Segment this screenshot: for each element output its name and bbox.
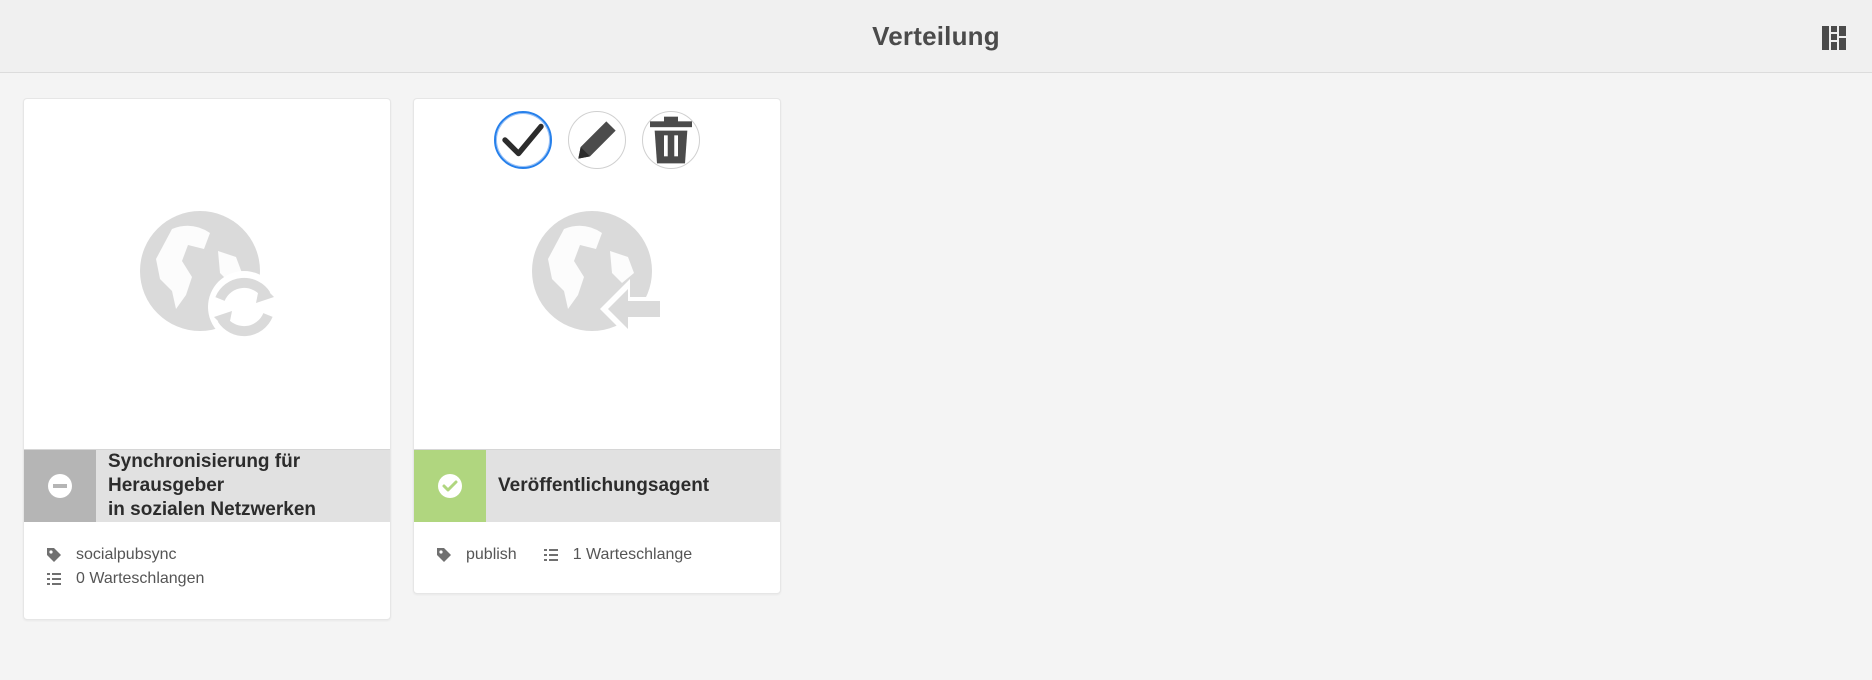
grid-view-icon[interactable] <box>1820 24 1848 52</box>
list-icon <box>543 547 565 563</box>
page-header: Verteilung <box>0 0 1872 73</box>
agent-title: Veröffentlichungsagent <box>498 475 710 496</box>
checkmark-circle-icon <box>438 474 462 498</box>
tag-icon <box>46 547 68 563</box>
agent-title: Synchronisierung für Herausgeber in sozi… <box>108 451 317 520</box>
agent-title-bar: Veröffentlichungsagent <box>414 449 780 522</box>
agent-meta: socialpubsync 0 Warteschlangen <box>24 522 390 588</box>
agent-tag: socialpubsync <box>46 546 368 564</box>
status-indicator <box>414 450 486 522</box>
agent-card-publish[interactable]: Veröffentlichungsagent publish 1 Wartesc… <box>413 98 781 594</box>
agent-meta: publish 1 Warteschlange <box>414 522 780 564</box>
agent-queues: 0 Warteschlangen <box>46 570 368 588</box>
tag-icon <box>436 547 458 563</box>
agent-queues: 1 Warteschlange <box>572 546 693 563</box>
checkmark-icon <box>502 123 544 157</box>
agent-title-bar: Synchronisierung für Herausgeber in sozi… <box>24 449 390 522</box>
globe-publish-icon <box>532 211 664 339</box>
delete-button[interactable] <box>642 111 700 169</box>
agent-card-socialpubsync[interactable]: Synchronisierung für Herausgeber in sozi… <box>23 98 391 620</box>
agent-thumbnail <box>414 99 780 449</box>
edit-button[interactable] <box>568 111 626 169</box>
page-title: Verteilung <box>872 20 1000 51</box>
trash-icon <box>650 116 692 164</box>
quick-actions <box>414 111 780 169</box>
globe-sync-icon <box>140 211 280 343</box>
status-indicator <box>24 450 96 522</box>
list-icon <box>46 571 68 587</box>
minus-circle-icon <box>48 474 72 498</box>
pencil-icon <box>578 121 616 159</box>
agent-tag: publish <box>466 546 517 563</box>
agent-thumbnail <box>24 99 390 449</box>
select-button[interactable] <box>494 111 552 169</box>
